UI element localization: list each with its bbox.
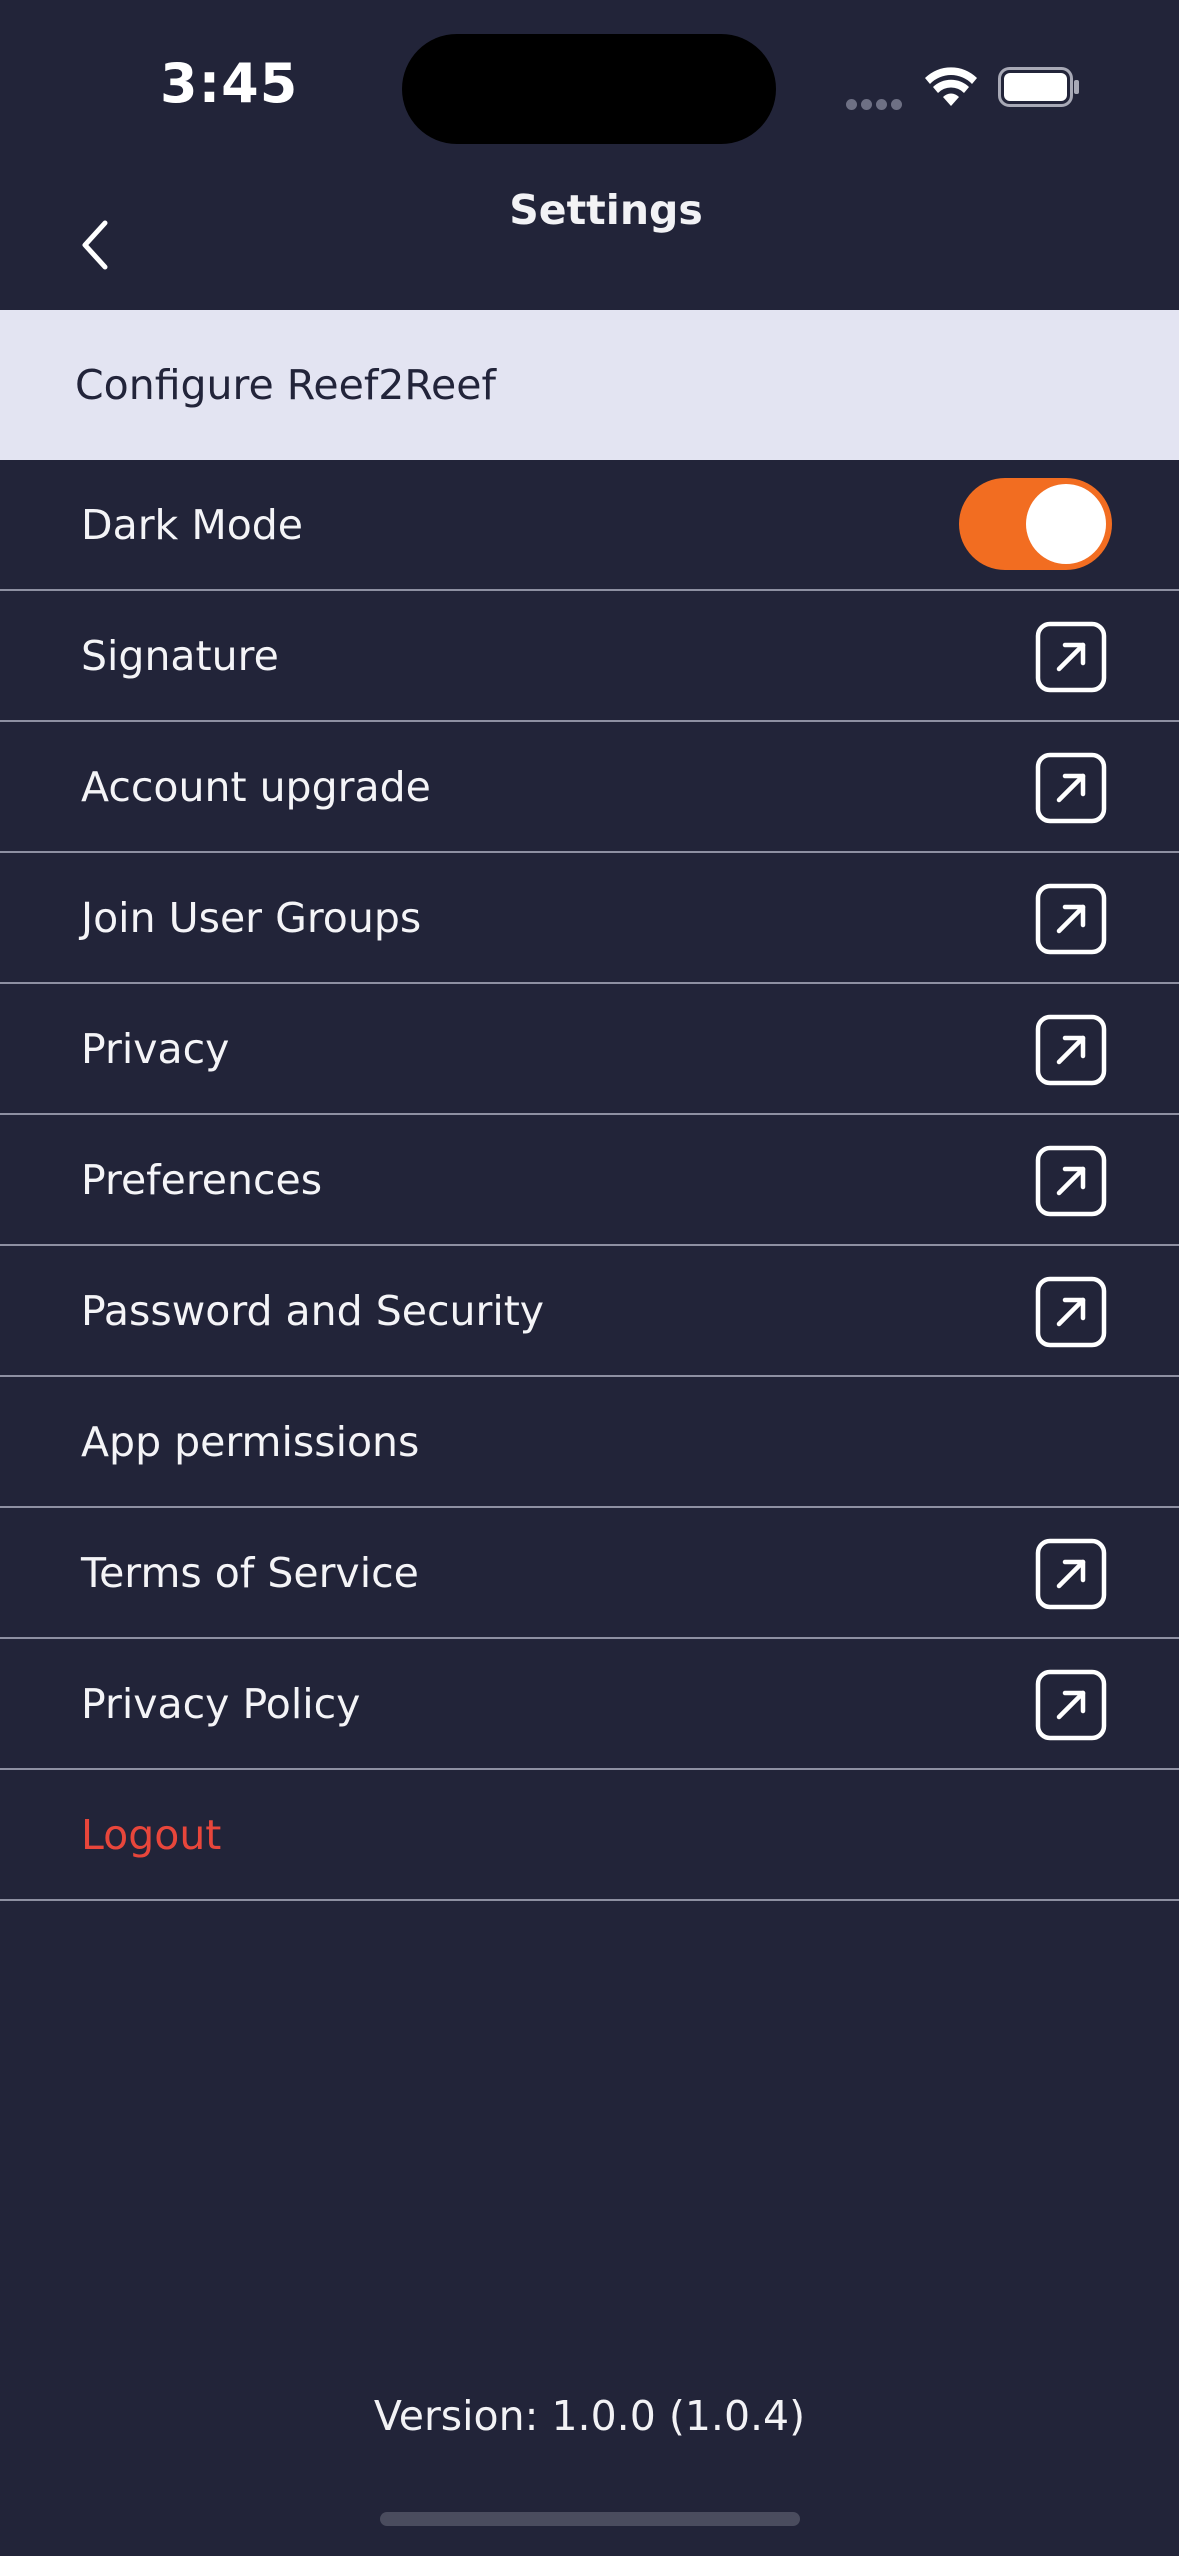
external-link-icon <box>1035 1014 1107 1086</box>
settings-row-signature[interactable]: Signature <box>0 591 1179 722</box>
row-label: Terms of Service <box>81 1548 419 1597</box>
settings-row-app-permissions[interactable]: App permissions <box>0 1377 1179 1508</box>
settings-row-join-user-groups[interactable]: Join User Groups <box>0 853 1179 984</box>
settings-row-password-and-security[interactable]: Password and Security <box>0 1246 1179 1377</box>
settings-list: Dark Mode Signature Account upgrade Join… <box>0 460 1179 1901</box>
row-label: Join User Groups <box>81 893 422 942</box>
battery-icon <box>998 67 1079 107</box>
logout-label: Logout <box>81 1810 222 1859</box>
status-time: 3:45 <box>160 52 299 115</box>
dynamic-island <box>402 34 776 144</box>
nav-header: Settings <box>0 150 1179 310</box>
logout-button[interactable]: Logout <box>0 1770 1179 1901</box>
settings-row-privacy[interactable]: Privacy <box>0 984 1179 1115</box>
external-link-icon <box>1035 752 1107 824</box>
wifi-icon <box>925 67 977 106</box>
page-title: Settings <box>509 186 703 234</box>
settings-row-preferences[interactable]: Preferences <box>0 1115 1179 1246</box>
cellular-signal-icon <box>846 95 906 110</box>
external-link-icon <box>1035 883 1107 955</box>
external-link-icon <box>1035 1538 1107 1610</box>
settings-row-terms-of-service[interactable]: Terms of Service <box>0 1508 1179 1639</box>
settings-row-privacy-policy[interactable]: Privacy Policy <box>0 1639 1179 1770</box>
settings-row-account-upgrade[interactable]: Account upgrade <box>0 722 1179 853</box>
settings-row-dark-mode[interactable]: Dark Mode <box>0 460 1179 591</box>
settings-screen: 3:45 Settings Configure Reef2Reef Dark M… <box>0 0 1179 2556</box>
row-label: Preferences <box>81 1155 323 1204</box>
section-header: Configure Reef2Reef <box>0 310 1179 460</box>
version-text: Version: 1.0.0 (1.0.4) <box>373 2392 806 2440</box>
home-indicator[interactable] <box>380 2512 800 2526</box>
status-bar: 3:45 <box>0 0 1179 150</box>
row-label: Account upgrade <box>81 762 431 811</box>
external-link-icon <box>1035 1669 1107 1741</box>
row-label: Privacy <box>81 1024 230 1073</box>
dark-mode-toggle[interactable] <box>959 478 1112 570</box>
external-link-icon <box>1035 621 1107 693</box>
row-label: App permissions <box>81 1417 420 1466</box>
row-label: Password and Security <box>81 1286 545 1335</box>
toggle-knob <box>1026 484 1106 564</box>
row-label: Signature <box>81 631 279 680</box>
external-link-icon <box>1035 1276 1107 1348</box>
row-label: Privacy Policy <box>81 1679 361 1728</box>
external-link-icon <box>1035 1145 1107 1217</box>
